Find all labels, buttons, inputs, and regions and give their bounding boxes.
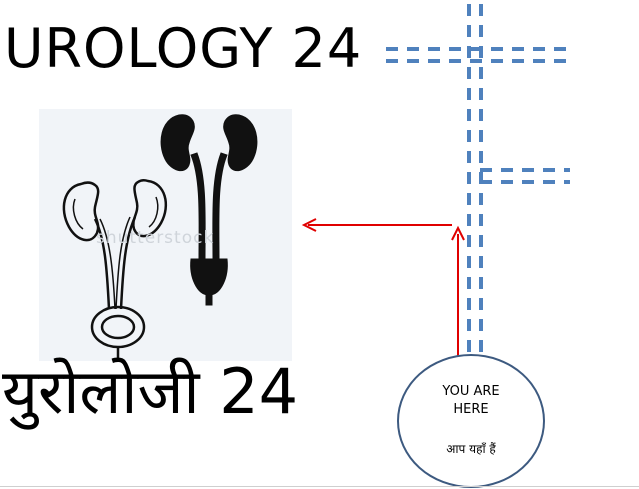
title-hindi: युरोलोजी 24 xyxy=(2,355,299,428)
you-are-here-hindi: आप यहाँ हैं xyxy=(446,442,496,456)
red-arrow-path xyxy=(301,218,465,356)
bottom-divider xyxy=(0,486,639,487)
you-are-here-circle xyxy=(397,354,545,488)
you-are-here-label: YOU ARE HERE xyxy=(397,383,545,419)
you-are-here-line2: HERE xyxy=(453,402,489,417)
upper-horizontal-dashed-connector xyxy=(386,47,570,63)
vertical-dashed-connector xyxy=(467,4,483,354)
lower-horizontal-dashed-connector xyxy=(480,168,570,184)
you-are-here-line1: YOU ARE xyxy=(442,384,500,399)
